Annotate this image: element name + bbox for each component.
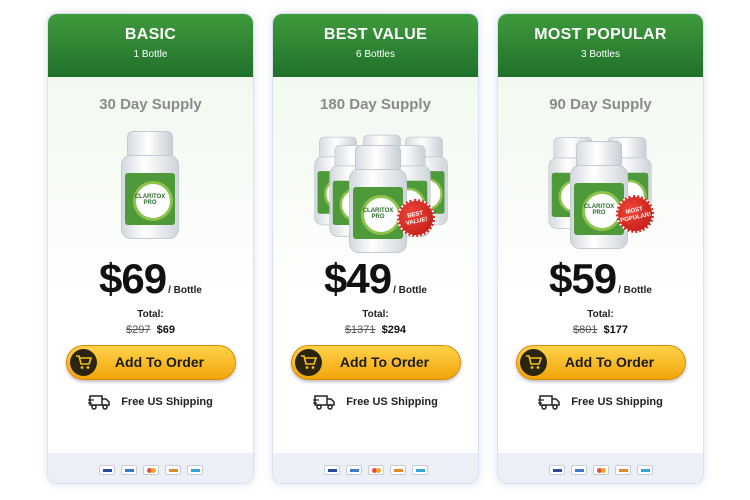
discover-icon bbox=[389, 464, 406, 475]
total-values: $1371 $294 bbox=[273, 324, 478, 336]
unit-price: $49 bbox=[324, 255, 392, 302]
product-image: CLARITOX PRO bbox=[48, 123, 253, 251]
shipping-info: Free US Shipping bbox=[498, 394, 703, 416]
plan-tier: BASIC bbox=[124, 26, 177, 43]
bottle-brand-label: CLARITOX PRO bbox=[583, 204, 615, 216]
add-to-order-button[interactable]: Add To Order bbox=[515, 345, 686, 380]
total-values: $297 $69 bbox=[48, 324, 253, 336]
plan-header: BEST VALUE 6 Bottles bbox=[273, 14, 478, 77]
plan-bottle-count: 6 Bottles bbox=[356, 49, 395, 60]
mastercard-icon bbox=[592, 464, 609, 475]
add-to-order-label: Add To Order bbox=[114, 354, 205, 370]
plan-supply: 30 Day Supply bbox=[99, 96, 202, 113]
cart-icon bbox=[519, 349, 547, 376]
plan-tier: BEST VALUE bbox=[323, 26, 428, 43]
total-label: Total: bbox=[362, 309, 389, 320]
plan-tier: MOST POPULAR bbox=[534, 26, 667, 43]
amex-icon bbox=[186, 464, 203, 475]
per-bottle-label: / Bottle bbox=[168, 285, 202, 296]
payment-methods bbox=[48, 453, 253, 483]
plan-bottle-count: 3 Bottles bbox=[581, 49, 620, 60]
paypal-icon bbox=[570, 464, 587, 475]
plan-card-most-popular: MOST POPULAR 3 Bottles 90 Day Supply CLA… bbox=[497, 13, 704, 484]
plan-bottle-count: 1 Bottle bbox=[133, 49, 168, 60]
plan-card-basic: BASIC 1 Bottle 30 Day Supply CLARITOX PR… bbox=[47, 13, 254, 484]
bottle-brand-label: CLARITOX PRO bbox=[134, 194, 166, 206]
shipping-label: Free US Shipping bbox=[121, 396, 213, 408]
pricing-section: BASIC 1 Bottle 30 Day Supply CLARITOX PR… bbox=[0, 0, 750, 500]
cart-icon bbox=[69, 349, 97, 376]
shipping-info: Free US Shipping bbox=[273, 394, 478, 416]
plan-header: BASIC 1 Bottle bbox=[48, 14, 253, 77]
product-image: CLARITOX PRO BEST VALUE! bbox=[273, 123, 478, 253]
paypal-icon bbox=[345, 464, 362, 475]
discounted-total: $294 bbox=[381, 324, 407, 336]
bottle-image: CLARITOX PRO bbox=[570, 141, 628, 249]
original-total: $801 bbox=[572, 324, 598, 336]
shipping-label: Free US Shipping bbox=[346, 396, 438, 408]
visa-icon bbox=[548, 464, 565, 475]
truck-icon bbox=[88, 395, 110, 410]
shipping-label: Free US Shipping bbox=[571, 396, 663, 408]
add-to-order-label: Add To Order bbox=[564, 354, 655, 370]
per-bottle-label: / Bottle bbox=[393, 285, 427, 296]
truck-icon bbox=[313, 395, 335, 410]
total-label: Total: bbox=[587, 309, 614, 320]
add-to-order-button[interactable]: Add To Order bbox=[290, 345, 461, 380]
visa-icon bbox=[98, 464, 115, 475]
plan-supply: 90 Day Supply bbox=[549, 96, 652, 113]
unit-price: $69 bbox=[99, 255, 167, 302]
plan-card-best-value: BEST VALUE 6 Bottles 180 Day Supply CLAR… bbox=[272, 13, 479, 484]
paypal-icon bbox=[120, 464, 137, 475]
product-image: CLARITOX PRO MOST POPULAR! bbox=[498, 123, 703, 251]
per-bottle-label: / Bottle bbox=[618, 285, 652, 296]
discounted-total: $177 bbox=[603, 324, 629, 336]
mastercard-icon bbox=[142, 464, 159, 475]
total-label: Total: bbox=[137, 309, 164, 320]
bottle-image: CLARITOX PRO bbox=[121, 131, 179, 239]
discover-icon bbox=[164, 464, 181, 475]
unit-price: $59 bbox=[549, 255, 617, 302]
mastercard-icon bbox=[367, 464, 384, 475]
price-row: $69/ Bottle bbox=[48, 255, 253, 303]
bottle-brand-label: CLARITOX PRO bbox=[362, 208, 394, 220]
bottle-image: CLARITOX PRO bbox=[349, 145, 407, 253]
original-total: $1371 bbox=[344, 324, 376, 336]
add-to-order-button[interactable]: Add To Order bbox=[65, 345, 236, 380]
plan-header: MOST POPULAR 3 Bottles bbox=[498, 14, 703, 77]
amex-icon bbox=[636, 464, 653, 475]
discounted-total: $69 bbox=[156, 324, 175, 336]
shipping-info: Free US Shipping bbox=[48, 394, 253, 416]
total-values: $801 $177 bbox=[498, 324, 703, 336]
amex-icon bbox=[411, 464, 428, 475]
original-total: $297 bbox=[126, 324, 151, 336]
discover-icon bbox=[614, 464, 631, 475]
price-row: $49/ Bottle bbox=[273, 255, 478, 303]
plan-supply: 180 Day Supply bbox=[320, 96, 431, 113]
truck-icon bbox=[538, 395, 560, 410]
cart-icon bbox=[294, 349, 322, 376]
visa-icon bbox=[323, 464, 340, 475]
add-to-order-label: Add To Order bbox=[339, 354, 430, 370]
payment-methods bbox=[498, 453, 703, 483]
payment-methods bbox=[273, 453, 478, 483]
price-row: $59/ Bottle bbox=[498, 255, 703, 303]
